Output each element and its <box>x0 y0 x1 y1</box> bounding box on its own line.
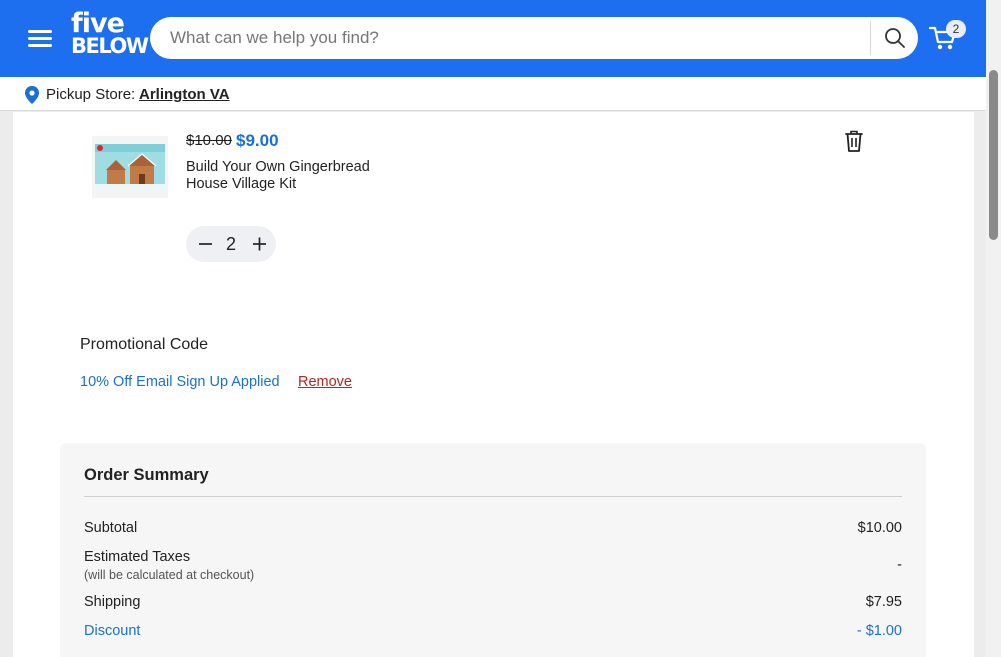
shipping-label: Shipping <box>84 594 141 610</box>
pickup-store-label: Pickup Store: <box>46 86 136 103</box>
five-below-logo[interactable]: five BELOW <box>71 8 149 60</box>
search-divider <box>870 21 871 55</box>
decrease-quantity-button[interactable] <box>191 226 219 262</box>
order-summary: Order Summary Subtotal $10.00 Estimated … <box>60 443 926 657</box>
promo-code-title: Promotional Code <box>80 336 209 353</box>
trash-icon[interactable] <box>843 129 865 153</box>
estimated-taxes-label: Estimated Taxes <box>84 549 191 565</box>
search-button[interactable] <box>872 17 918 59</box>
pickup-store-bar: Pickup Store: Arlington VA <box>0 77 986 111</box>
estimated-taxes-note: (will be calculated at checkout) <box>84 568 255 582</box>
minus-icon <box>199 243 212 245</box>
cart-content: $10.00 $9.00 Build Your Own Gingerbread … <box>13 112 974 657</box>
shipping-value: $7.95 <box>865 594 902 610</box>
cart-count-badge: 2 <box>946 20 966 38</box>
hamburger-menu-icon[interactable] <box>28 28 52 48</box>
product-image[interactable] <box>92 136 168 198</box>
plus-icon <box>253 237 266 251</box>
promo-applied-text: 10% Off Email Sign Up Applied <box>80 374 280 390</box>
discount-label: Discount <box>84 623 141 639</box>
search-input[interactable] <box>170 17 870 59</box>
scrollbar-thumb[interactable] <box>989 70 998 240</box>
page-scrollbar[interactable] <box>986 0 1001 657</box>
remove-promo-link[interactable]: Remove <box>298 374 352 390</box>
logo-line-2: BELOW <box>71 34 149 58</box>
location-pin-icon <box>25 86 39 104</box>
original-price: $10.00 <box>186 132 232 149</box>
pickup-store-link[interactable]: Arlington VA <box>139 86 230 103</box>
subtotal-value: $10.00 <box>857 520 902 536</box>
logo-line-1: five <box>71 8 125 39</box>
search-icon <box>885 28 905 48</box>
subtotal-label: Subtotal <box>84 520 138 536</box>
estimated-taxes-value: - <box>897 557 902 573</box>
product-name[interactable]: Build Your Own Gingerbread House Village… <box>186 159 386 193</box>
search-bar <box>150 17 918 59</box>
quantity-stepper: 2 <box>186 226 276 262</box>
sale-price: $9.00 <box>236 131 279 150</box>
site-header: five BELOW 2 <box>0 0 986 77</box>
summary-divider <box>84 496 902 497</box>
discount-value: - $1.00 <box>856 623 902 639</box>
increase-quantity-button[interactable] <box>245 226 273 262</box>
quantity-value: 2 <box>225 234 236 254</box>
order-summary-title: Order Summary <box>84 466 209 484</box>
